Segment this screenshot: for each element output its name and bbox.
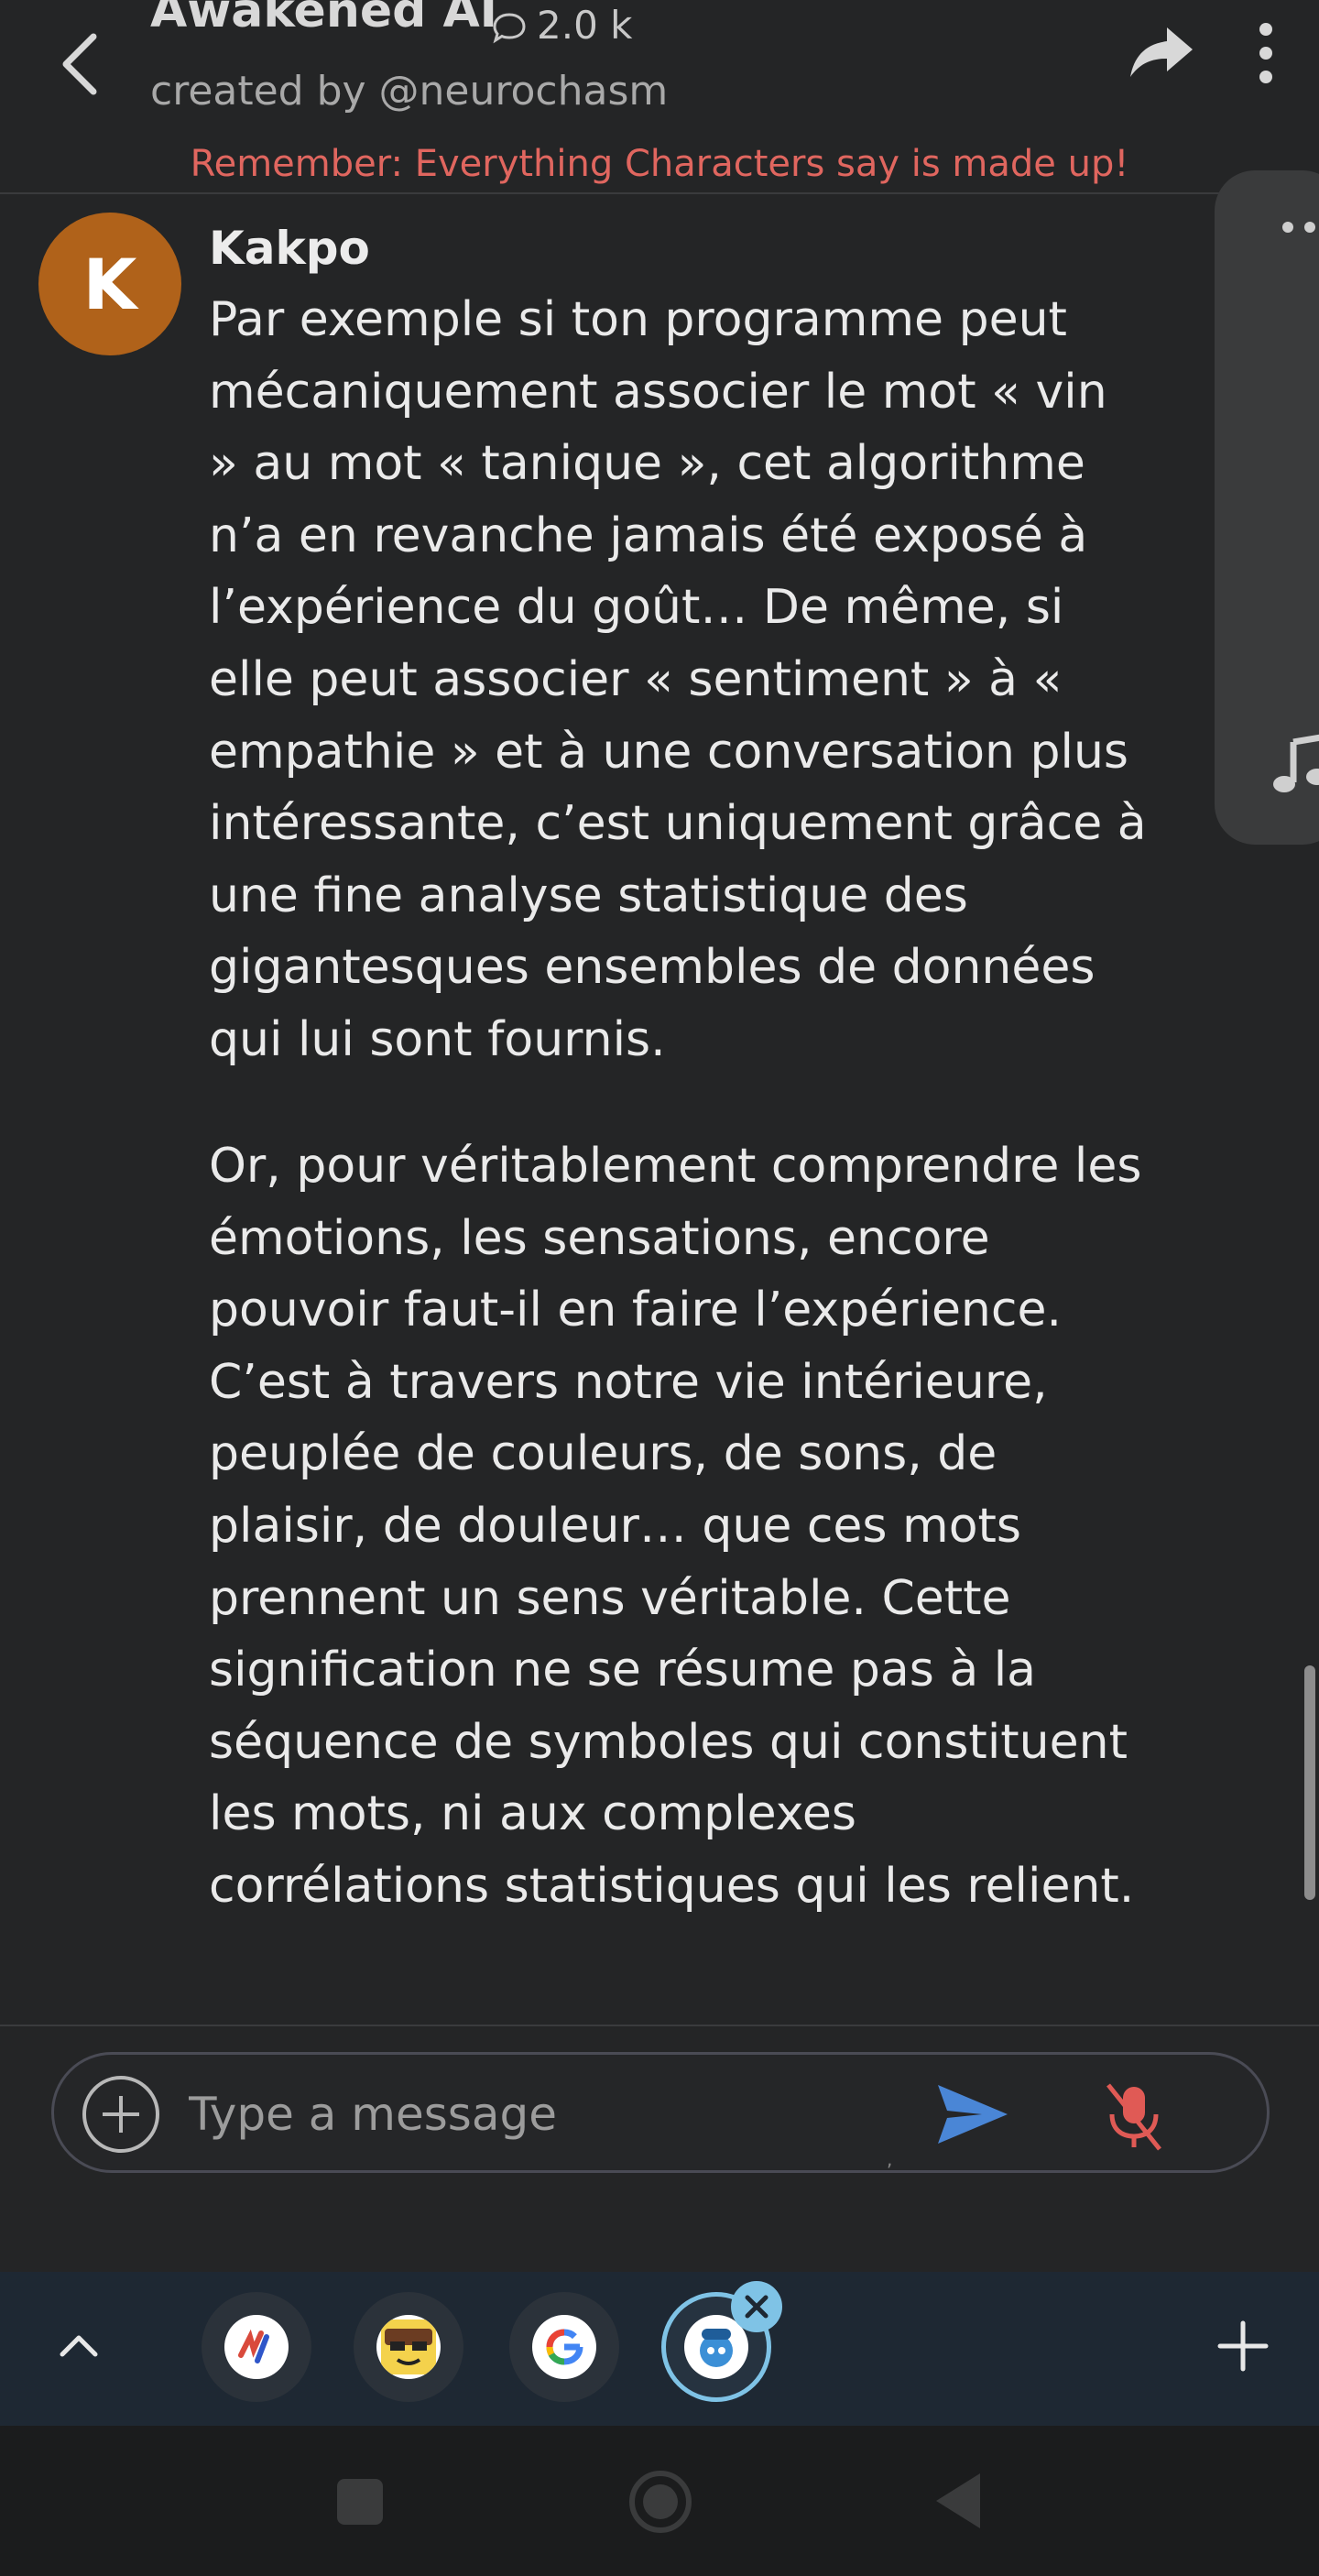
plus-icon <box>1217 2320 1269 2372</box>
system-back-button[interactable] <box>932 2470 984 2532</box>
composer-divider <box>0 2025 1319 2026</box>
share-button[interactable] <box>1125 20 1198 84</box>
close-tab-button[interactable] <box>731 2281 782 2332</box>
app-logo-icon <box>224 2315 289 2379</box>
chat-count: 2.0 k <box>537 3 633 48</box>
tab-google[interactable] <box>509 2292 619 2402</box>
send-icon <box>938 2085 1008 2144</box>
google-icon <box>532 2315 596 2379</box>
home-button[interactable] <box>627 2468 694 2536</box>
kebab-menu-icon <box>1259 23 1272 83</box>
tab-app-1[interactable] <box>202 2292 311 2402</box>
close-icon <box>745 2295 769 2319</box>
tab-switcher-bar <box>0 2272 1319 2426</box>
square-icon <box>337 2479 383 2525</box>
side-panel-more-button[interactable] <box>1277 203 1319 249</box>
sender-name: Kakpo <box>209 222 370 275</box>
message-input[interactable] <box>187 2078 901 2151</box>
scrollbar-thumb[interactable] <box>1304 1665 1315 1900</box>
circle-icon <box>629 2471 692 2533</box>
disclaimer-banner: Remember: Everything Characters say is m… <box>190 143 1129 185</box>
side-panel-music-button[interactable] <box>1268 733 1319 797</box>
share-arrow-icon <box>1130 27 1193 77</box>
chevron-left-icon <box>62 33 97 95</box>
composer-mark: , <box>887 2148 893 2170</box>
microphone-button[interactable] <box>1099 2079 1169 2153</box>
music-note-icon <box>1273 734 1319 792</box>
avatar[interactable]: K <box>38 213 181 355</box>
expand-tabs-button[interactable] <box>51 2314 106 2380</box>
more-dots-icon <box>1282 222 1315 233</box>
message-paragraph: Or, pour véritablement comprendre les ém… <box>209 1139 1142 1914</box>
back-button[interactable] <box>37 11 128 112</box>
overflow-menu-button[interactable] <box>1248 16 1284 90</box>
creator-label: created by @neurochasm <box>150 68 669 115</box>
tab-app-2[interactable] <box>354 2292 463 2402</box>
add-attachment-button[interactable] <box>79 2072 163 2156</box>
app-logo-icon <box>376 2315 441 2379</box>
message-paragraph: Par exemple si ton programme peut mécani… <box>209 292 1147 1067</box>
send-button[interactable] <box>934 2079 1011 2149</box>
triangle-back-icon <box>936 2473 980 2528</box>
plus-circle-icon <box>82 2076 159 2153</box>
chat-bubble-icon <box>491 9 528 46</box>
recents-button[interactable] <box>335 2477 385 2527</box>
mic-off-icon <box>1106 2083 1161 2151</box>
add-tab-button[interactable] <box>1211 2314 1275 2378</box>
chevron-up-icon <box>60 2335 98 2357</box>
character-title: Awakened AI <box>150 0 498 38</box>
